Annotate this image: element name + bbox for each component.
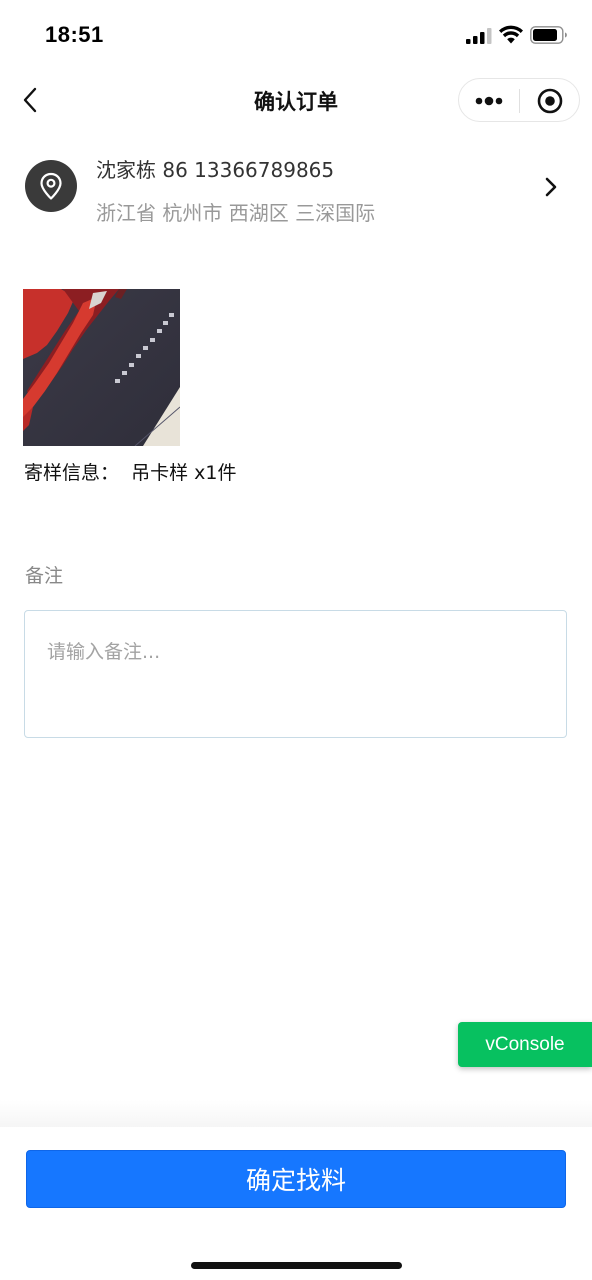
nav-bar: 确认订单 [0, 70, 592, 130]
bottom-shade [0, 1100, 592, 1128]
address-name-phone: 沈家栋 86 13366789865 [96, 158, 335, 182]
location-pin-icon [25, 160, 77, 212]
capsule-divider [519, 89, 520, 113]
vconsole-button[interactable]: vConsole [458, 1022, 592, 1067]
wifi-icon [499, 25, 523, 44]
remark-input[interactable] [24, 610, 567, 738]
more-dots-icon [475, 96, 503, 106]
close-miniprogram-button[interactable] [525, 83, 575, 119]
confirm-button[interactable]: 确定找料 [26, 1150, 566, 1208]
signal-icon [466, 28, 492, 44]
address-row[interactable]: 沈家栋 86 13366789865 浙江省 杭州市 西湖区 三深国际 [0, 140, 592, 235]
address-detail: 浙江省 杭州市 西湖区 三深国际 [96, 201, 376, 225]
target-icon [537, 88, 563, 114]
sample-info: 寄样信息： 吊卡样 x1件 [24, 462, 237, 484]
remark-label: 备注 [25, 565, 64, 587]
bottom-bar: 确定找料 [0, 1127, 592, 1280]
more-button[interactable] [465, 83, 515, 119]
chevron-right-icon [545, 177, 557, 197]
battery-icon [530, 26, 567, 44]
status-time: 18:51 [45, 22, 104, 47]
status-bar: 18:51 [0, 0, 592, 70]
home-indicator [191, 1262, 402, 1269]
miniprogram-capsule [458, 78, 580, 122]
product-image[interactable] [23, 289, 180, 446]
